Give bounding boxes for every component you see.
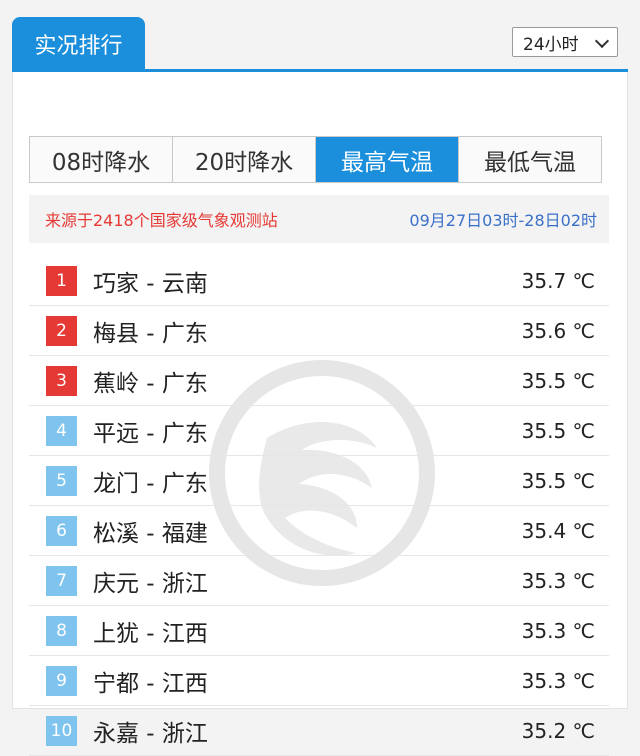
period-select[interactable]: 24小时 — [512, 27, 618, 57]
list-item[interactable]: 9 宁都 - 江西 35.3 ℃ — [29, 656, 609, 706]
rank-badge: 9 — [46, 665, 77, 696]
temperature-value: 35.2 ℃ — [521, 718, 595, 743]
list-item[interactable]: 10 永嘉 - 浙江 35.2 ℃ — [29, 706, 609, 756]
rank-badge: 7 — [46, 565, 77, 596]
station-place: 松溪 - 福建 — [93, 520, 208, 547]
list-item[interactable]: 2 梅县 - 广东 35.6 ℃ — [29, 306, 609, 356]
ranking-panel: 实况排行 24小时 08时降水 20时降水 最高气温 最低气温 来源于2418个… — [12, 17, 628, 756]
list-item[interactable]: 4 平远 - 广东 35.5 ℃ — [29, 406, 609, 456]
list-item[interactable]: 6 松溪 - 福建 35.4 ℃ — [29, 506, 609, 556]
source-text: 来源于2418个国家级气象观测站 — [45, 211, 278, 230]
temperature-value: 35.6 ℃ — [521, 318, 595, 343]
tab-20-precipitation[interactable]: 20时降水 — [173, 137, 316, 182]
station-place: 上犹 - 江西 — [93, 620, 208, 647]
station-place: 庆元 - 浙江 — [93, 570, 208, 597]
station-place: 宁都 - 江西 — [93, 670, 208, 697]
list-item[interactable]: 1 巧家 - 云南 35.7 ℃ — [29, 256, 609, 306]
temperature-value: 35.5 ℃ — [521, 418, 595, 443]
temperature-value: 35.7 ℃ — [521, 268, 595, 293]
source-bar: 来源于2418个国家级气象观测站 09月27日03时-28日02时 — [29, 195, 609, 243]
rank-badge: 2 — [46, 315, 77, 346]
temperature-value: 35.5 ℃ — [521, 368, 595, 393]
list-item[interactable]: 5 龙门 - 广东 35.5 ℃ — [29, 456, 609, 506]
tab-max-temperature[interactable]: 最高气温 — [316, 137, 459, 182]
rank-badge: 6 — [46, 515, 77, 546]
rank-badge: 4 — [46, 415, 77, 446]
panel-title: 实况排行 — [12, 17, 145, 71]
station-place: 平远 - 广东 — [93, 420, 208, 447]
tab-min-temperature[interactable]: 最低气温 — [459, 137, 601, 182]
station-place: 梅县 - 广东 — [93, 320, 208, 347]
temperature-value: 35.4 ℃ — [521, 518, 595, 543]
station-place: 蕉岭 - 广东 — [93, 370, 208, 397]
list-item[interactable]: 3 蕉岭 - 广东 35.5 ℃ — [29, 356, 609, 406]
period-select-value: 24小时 — [523, 34, 579, 55]
rank-badge: 5 — [46, 465, 77, 496]
temperature-value: 35.3 ℃ — [521, 568, 595, 593]
list-item[interactable]: 7 庆元 - 浙江 35.3 ℃ — [29, 556, 609, 606]
time-range: 09月27日03时-28日02时 — [409, 211, 597, 230]
station-place: 龙门 - 广东 — [93, 470, 208, 497]
station-place: 巧家 - 云南 — [93, 270, 208, 297]
temperature-value: 35.3 ℃ — [521, 618, 595, 643]
temperature-value: 35.3 ℃ — [521, 668, 595, 693]
chevron-down-icon — [594, 33, 610, 49]
rank-badge: 3 — [46, 365, 77, 396]
rank-badge: 1 — [46, 265, 77, 296]
rank-badge: 8 — [46, 615, 77, 646]
ranking-card: 08时降水 20时降水 最高气温 最低气温 来源于2418个国家级气象观测站 0… — [12, 72, 628, 756]
ranking-list: 1 巧家 - 云南 35.7 ℃ 2 梅县 - 广东 35.6 ℃ 3 蕉岭 -… — [29, 256, 609, 756]
list-item[interactable]: 8 上犹 - 江西 35.3 ℃ — [29, 606, 609, 656]
rank-badge: 10 — [46, 715, 77, 746]
temperature-value: 35.5 ℃ — [521, 468, 595, 493]
station-place: 永嘉 - 浙江 — [93, 720, 208, 747]
tab-08-precipitation[interactable]: 08时降水 — [30, 137, 173, 182]
category-tabs: 08时降水 20时降水 最高气温 最低气温 — [29, 136, 602, 183]
